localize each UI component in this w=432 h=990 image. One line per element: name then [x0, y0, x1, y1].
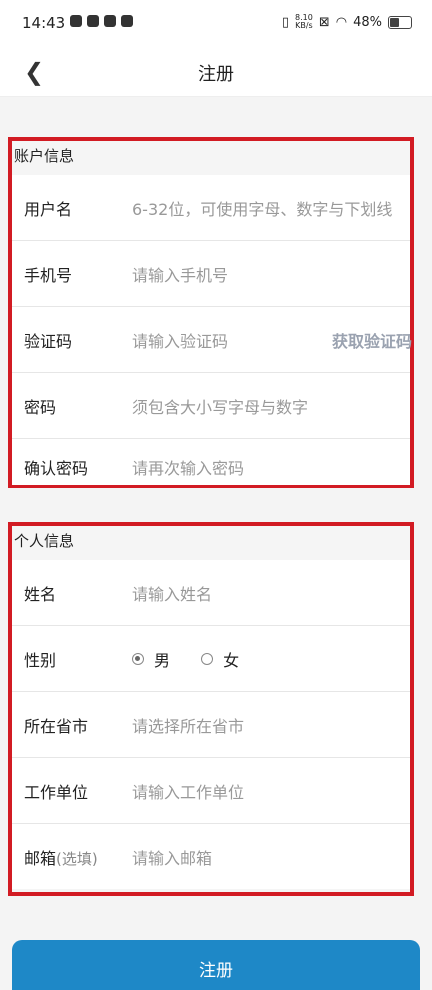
section-title: 账户信息 — [14, 147, 75, 165]
status-time: 14:43 — [22, 14, 66, 32]
phone-label: 手机号 — [24, 265, 73, 285]
region-select[interactable]: 请选择所在省市 — [132, 713, 244, 737]
male-option-label[interactable]: 男 — [154, 651, 170, 670]
email-row[interactable]: 邮箱(选填) 请输入邮箱 — [12, 824, 410, 889]
code-label: 验证码 — [24, 331, 73, 351]
password-input[interactable]: 须包含大小写字母与数字 — [132, 394, 308, 418]
tiktok-icon — [104, 15, 116, 27]
username-label: 用户名 — [24, 199, 73, 219]
password-label: 密码 — [24, 397, 57, 417]
nav-bar: ❮ 注册 — [0, 48, 432, 97]
section-title: 个人信息 — [14, 532, 75, 550]
battery-icon — [388, 15, 412, 29]
female-radio[interactable] — [201, 652, 214, 665]
net-speed: 8.10 KB/s — [295, 13, 313, 30]
status-bar: 14:43 ▯ 8.10 KB/s ⊠ ◠ 48% — [0, 0, 432, 48]
name-label: 姓名 — [24, 584, 57, 604]
code-row[interactable]: 验证码 请输入验证码 获取验证码 — [12, 307, 412, 373]
app-notification-icon — [70, 15, 82, 27]
region-label: 所在省市 — [24, 716, 89, 736]
confirm-password-row[interactable]: 确认密码 请再次输入密码 — [12, 439, 410, 485]
account-rows: 用户名 6-32位，可使用字母、数字与下划线 手机号 请输入手机号 验证码 请输… — [12, 175, 412, 485]
work-row[interactable]: 工作单位 请输入工作单位 — [12, 758, 410, 824]
phone-input[interactable]: 请输入手机号 — [132, 262, 228, 286]
sim-icon: ⊠ — [318, 14, 330, 30]
wifi-icon: ◠ — [335, 14, 348, 30]
password-row[interactable]: 密码 须包含大小写字母与数字 — [12, 373, 410, 439]
confirm-password-label: 确认密码 — [24, 459, 89, 478]
crown-icon — [121, 15, 133, 27]
code-input[interactable]: 请输入验证码 — [132, 328, 228, 352]
work-label: 工作单位 — [24, 782, 89, 802]
personal-rows: 姓名 请输入姓名 性别 男 女 所在省市 请选择所在省市 工作单位 请输入工作单… — [12, 560, 410, 889]
email-label: 邮箱(选填) — [24, 848, 98, 868]
personal-info-section: 个人信息 姓名 请输入姓名 性别 男 女 所在省市 请选择所在省市 工作单位 请… — [8, 522, 414, 896]
page-title: 注册 — [198, 64, 234, 85]
gender-label: 性别 — [24, 650, 57, 670]
work-input[interactable]: 请输入工作单位 — [132, 779, 244, 803]
gender-options: 男 女 — [132, 647, 265, 671]
username-input[interactable]: 6-32位，可使用字母、数字与下划线 — [132, 196, 392, 220]
female-option-label[interactable]: 女 — [223, 651, 239, 670]
register-button[interactable]: 注册 — [12, 940, 420, 990]
status-right: ▯ 8.10 KB/s ⊠ ◠ 48% — [282, 14, 412, 30]
gender-row: 性别 男 女 — [12, 626, 410, 692]
app-notification-icon — [87, 15, 99, 27]
name-row[interactable]: 姓名 请输入姓名 — [12, 560, 410, 626]
notification-icons — [70, 15, 133, 27]
region-row[interactable]: 所在省市 请选择所在省市 — [12, 692, 410, 758]
male-radio[interactable] — [132, 652, 144, 665]
confirm-password-input[interactable]: 请再次输入密码 — [132, 455, 244, 479]
get-code-button[interactable]: 获取验证码 — [332, 328, 412, 352]
email-input[interactable]: 请输入邮箱 — [132, 845, 212, 869]
username-row[interactable]: 用户名 6-32位，可使用字母、数字与下划线 — [12, 175, 410, 241]
battery-percent: 48% — [353, 14, 382, 30]
register-button-label: 注册 — [199, 961, 233, 981]
optional-hint: (选填) — [56, 849, 98, 868]
phone-row[interactable]: 手机号 请输入手机号 — [12, 241, 410, 307]
vibrate-icon: ▯ — [281, 14, 290, 30]
account-info-section: 账户信息 用户名 6-32位，可使用字母、数字与下划线 手机号 请输入手机号 验… — [8, 137, 414, 488]
name-input[interactable]: 请输入姓名 — [132, 581, 212, 605]
